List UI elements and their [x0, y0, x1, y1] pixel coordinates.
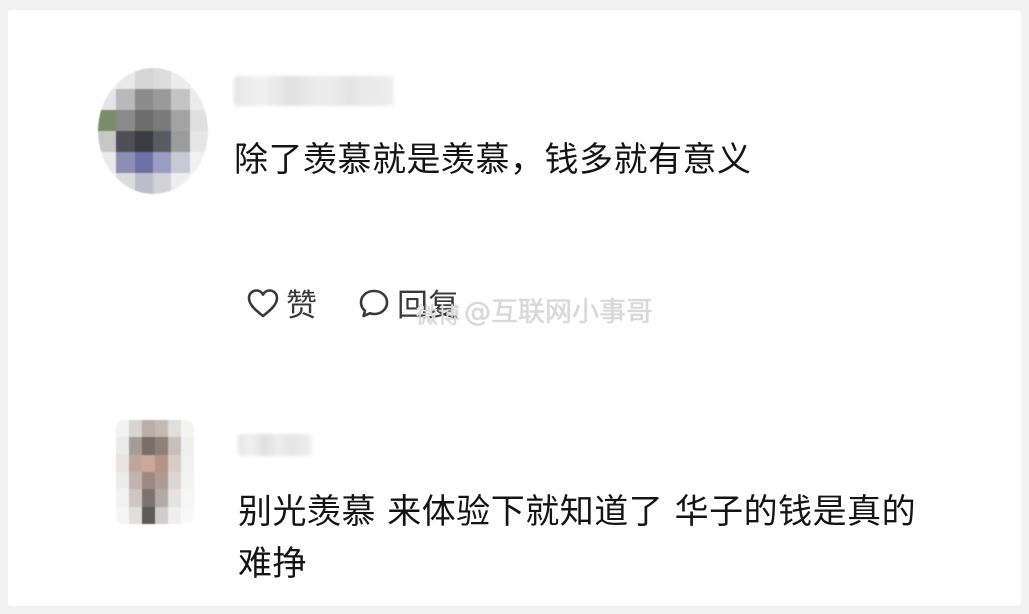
avatar[interactable] — [98, 68, 208, 194]
username-blurred[interactable] — [238, 434, 312, 456]
watermark-text: @互联网小事哥 — [464, 297, 654, 328]
like-button[interactable]: 赞 — [246, 280, 317, 325]
comment-text-line: 难挣 — [238, 544, 307, 584]
weibo-watermark: 微博 @互联网小事哥 — [416, 290, 653, 330]
comment-text: 除了羡慕就是羡慕，钱多就有意义 — [234, 138, 752, 182]
comment-item: 别光羡慕 来体验下就知道了 华子的钱是真的 难挣 — [8, 390, 1021, 606]
comment-text-line: 别光羡慕 来体验下就知道了 华子的钱是真的 — [238, 492, 917, 532]
weibo-logo-icon: 微博 — [416, 303, 461, 329]
heart-icon — [246, 287, 280, 319]
username-blurred[interactable] — [234, 76, 394, 106]
comment-text: 别光羡慕 来体验下就知道了 华子的钱是真的 难挣 — [238, 486, 916, 590]
speech-bubble-icon — [357, 287, 391, 319]
comment-text-line: 除了羡慕就是羡慕，钱多就有意义 — [234, 140, 752, 180]
avatar[interactable] — [116, 420, 194, 524]
like-label: 赞 — [286, 288, 317, 324]
